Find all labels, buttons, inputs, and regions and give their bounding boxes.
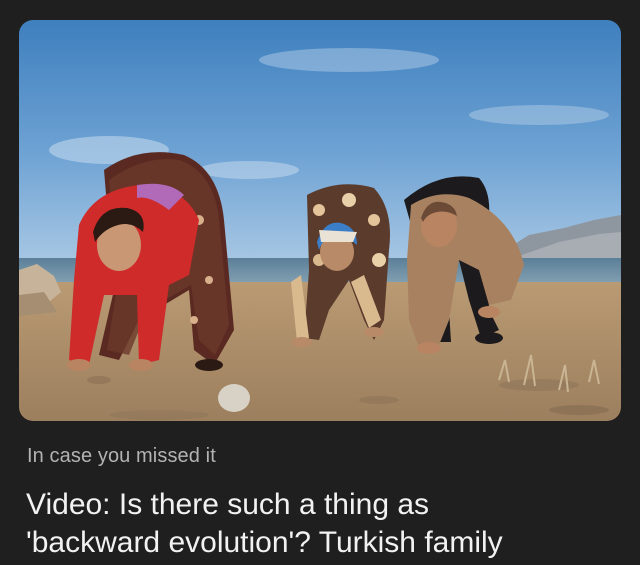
article-thumbnail-image[interactable] bbox=[19, 20, 621, 421]
news-feed-card[interactable]: In case you missed it Video: Is there su… bbox=[0, 0, 640, 565]
article-headline[interactable]: Video: Is there such a thing as 'backwar… bbox=[26, 486, 626, 562]
headline-line-1[interactable]: Video: Is there such a thing as bbox=[26, 486, 626, 524]
headline-line-2[interactable]: 'backward evolution'? Turkish family bbox=[26, 524, 626, 562]
section-kicker-label: In case you missed it bbox=[27, 445, 216, 467]
